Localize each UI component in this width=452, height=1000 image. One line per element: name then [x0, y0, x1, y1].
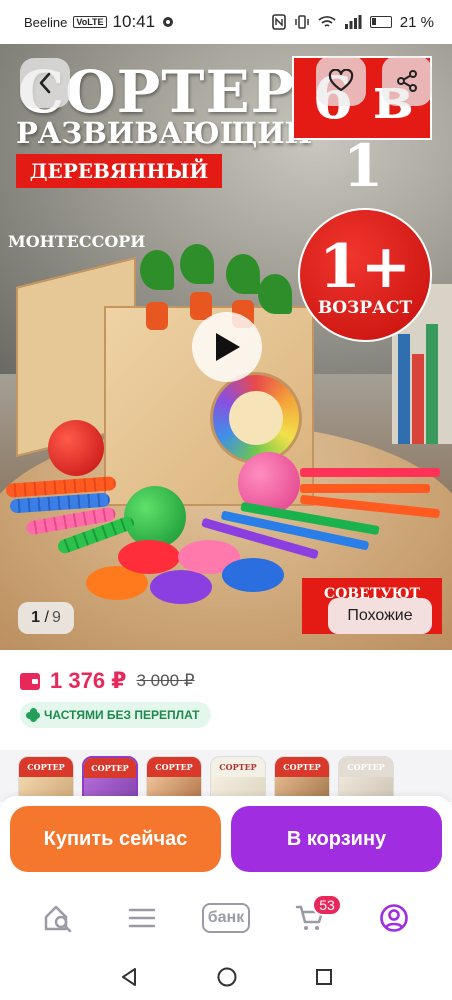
image-subtitle-text: РАЗВИВАЮЩИЙ — [16, 116, 313, 150]
status-right: 21 % — [271, 13, 434, 31]
clover-icon — [26, 708, 40, 722]
image-age-value: 1+ — [318, 232, 412, 302]
recents-square-icon[interactable] — [314, 967, 334, 987]
add-to-cart-button[interactable]: В корзину — [231, 806, 442, 872]
thumbnail-strip: СОРТЕР СОРТЕР СОРТЕР СОРТЕР СОРТЕР СОРТЕ… — [0, 750, 452, 812]
similar-button[interactable]: Похожие — [328, 598, 432, 634]
image-montessori-text: МОНТЕССОРИ — [8, 232, 146, 251]
image-age-badge: 1+ ВОЗРАСТ — [298, 208, 432, 342]
carrier-name: Beeline — [24, 14, 68, 30]
nav-cart[interactable]: 53 — [286, 894, 342, 942]
wallet-icon — [20, 672, 40, 690]
purchase-actions: Купить сейчас В корзину — [0, 796, 452, 882]
battery-icon — [369, 16, 392, 28]
image-clock-face — [210, 372, 302, 464]
home-search-icon — [44, 905, 72, 933]
nav-catalog[interactable] — [118, 894, 166, 942]
current-price: 1 376 ₽ — [50, 668, 127, 693]
bottom-navigation: банк 53 — [0, 882, 452, 954]
status-left: Beeline VoLTE 10:41 — [24, 12, 175, 32]
cart-count-badge: 53 — [312, 894, 342, 916]
image-counter: 1 / 9 — [18, 602, 74, 634]
nav-profile[interactable] — [370, 894, 418, 942]
chevron-left-icon — [39, 72, 51, 94]
bank-label: банк — [202, 903, 250, 933]
back-button[interactable] — [20, 58, 70, 108]
profile-icon — [380, 904, 408, 932]
old-price: 3 000 ₽ — [136, 671, 195, 690]
heart-icon — [328, 69, 354, 92]
buy-now-button[interactable]: Купить сейчас — [10, 806, 221, 872]
volte-badge: VoLTE — [73, 16, 107, 28]
image-label-text: ДЕРЕВЯННЫЙ — [16, 154, 222, 188]
nav-bank[interactable]: банк — [202, 894, 250, 942]
image-counter-current: 1 — [31, 609, 41, 626]
system-navigation-bar — [0, 954, 452, 1000]
share-icon — [397, 70, 417, 92]
nav-home-search[interactable] — [34, 894, 82, 942]
favorite-button[interactable] — [316, 56, 366, 106]
product-image-gallery[interactable]: СОРТЕР РАЗВИВАЮЩИЙ ДЕРЕВЯННЫЙ 6 в 1 МОНТ… — [0, 44, 452, 650]
menu-icon — [128, 908, 156, 928]
back-triangle-icon[interactable] — [118, 966, 140, 988]
play-video-button[interactable] — [192, 312, 262, 382]
battery-percent: 21 % — [399, 13, 434, 31]
wifi-icon — [318, 16, 336, 27]
price-section: 1 376 ₽ 3 000 ₽ ЧАСТЯМИ БЕЗ ПЕРЕПЛАТ — [0, 650, 452, 750]
share-button[interactable] — [382, 56, 432, 106]
price-row: 1 376 ₽ 3 000 ₽ — [20, 668, 195, 694]
image-age-label: ВОЗРАСТ — [317, 298, 413, 318]
play-icon — [216, 333, 240, 361]
image-counter-total: 9 — [51, 609, 61, 626]
installments-text: ЧАСТЯМИ БЕЗ ПЕРЕПЛАТ — [44, 708, 200, 722]
status-bar: Beeline VoLTE 10:41 21 % — [0, 0, 452, 44]
home-circle-icon[interactable] — [216, 966, 238, 988]
vibrate-icon — [295, 15, 309, 29]
installments-badge[interactable]: ЧАСТЯМИ БЕЗ ПЕРЕПЛАТ — [20, 702, 212, 728]
nfc-icon — [271, 14, 286, 30]
signal-icon — [344, 15, 362, 29]
clock: 10:41 — [112, 12, 156, 31]
settings-gear-icon — [163, 17, 174, 27]
